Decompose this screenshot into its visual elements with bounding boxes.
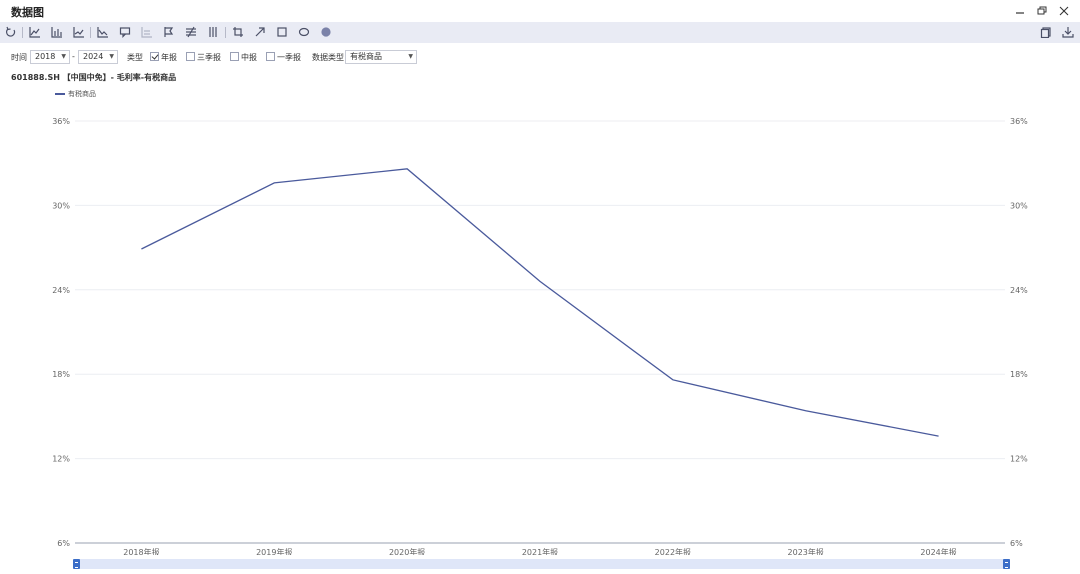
x-tick-label: 2023年报 <box>788 547 824 555</box>
range-scrollbar[interactable] <box>74 559 1010 569</box>
stack-icon[interactable] <box>140 25 154 39</box>
x-tick-label: 2018年报 <box>123 547 159 555</box>
scrollbar-left-handle[interactable] <box>73 559 80 569</box>
annual-label[interactable]: 年报 <box>161 52 177 63</box>
arrow-icon[interactable] <box>253 25 267 39</box>
data-point <box>672 379 674 381</box>
data-type-select[interactable]: 有税商品 ▼ <box>345 50 417 64</box>
end-year-value: 2024 <box>83 52 104 61</box>
window-title: 数据图 <box>11 6 44 19</box>
restore-icon[interactable] <box>1034 3 1050 19</box>
chart-toolbar <box>0 22 1080 43</box>
y-tick-label-left: 24% <box>52 286 70 295</box>
circle-fill-icon[interactable] <box>319 25 333 39</box>
x-tick-label: 2021年报 <box>522 547 558 555</box>
q3-checkbox[interactable] <box>186 52 195 61</box>
y-tick-label-left: 12% <box>52 455 70 464</box>
x-tick-label: 2019年报 <box>256 547 292 555</box>
start-year-select[interactable]: 2018 ▼ <box>30 50 70 64</box>
title-bar: 数据图 <box>0 0 1080 22</box>
align-icon[interactable] <box>184 25 198 39</box>
chevron-down-icon: ▼ <box>109 53 114 60</box>
type-label: 类型 <box>127 53 143 62</box>
x-tick-label: 2020年报 <box>389 547 425 555</box>
time-label: 时间 <box>11 53 27 62</box>
filter-bar: 时间 2018 ▼ - 2024 ▼ 类型 年报 三季报 中报 一季报 数据类型… <box>0 48 1080 66</box>
start-year-value: 2018 <box>35 52 56 61</box>
bar-chart-icon[interactable] <box>50 25 64 39</box>
data-point <box>539 280 541 282</box>
chevron-down-icon: ▼ <box>61 53 66 60</box>
y-tick-label-left: 30% <box>52 201 70 210</box>
y-tick-label-right: 30% <box>1010 201 1028 210</box>
flag-icon[interactable] <box>162 25 176 39</box>
trend-icon[interactable] <box>96 25 110 39</box>
toolbar-divider <box>225 27 226 38</box>
legend-label: 有税商品 <box>68 90 96 98</box>
range-dash: - <box>72 52 75 61</box>
download-icon[interactable] <box>1061 25 1075 39</box>
y-tick-label-left: 36% <box>52 117 70 126</box>
minimize-icon[interactable] <box>1012 3 1028 19</box>
x-tick-label: 2022年报 <box>655 547 691 555</box>
y-tick-label-left: 6% <box>57 539 70 548</box>
data-type-value: 有税商品 <box>350 52 382 61</box>
chevron-down-icon: ▼ <box>408 53 413 60</box>
chart-legend[interactable]: 有税商品 <box>55 89 96 99</box>
rectangle-icon[interactable] <box>275 25 289 39</box>
q1-checkbox[interactable] <box>266 52 275 61</box>
y-tick-label-right: 6% <box>1010 539 1023 548</box>
data-point <box>273 182 275 184</box>
line-chart-icon[interactable] <box>72 25 86 39</box>
close-icon[interactable] <box>1056 3 1072 19</box>
end-year-select[interactable]: 2024 ▼ <box>78 50 118 64</box>
toolbar-divider <box>90 27 91 38</box>
legend-swatch <box>55 93 65 95</box>
data-point <box>140 248 142 250</box>
interim-label[interactable]: 中报 <box>241 52 257 63</box>
q3-label[interactable]: 三季报 <box>197 52 221 63</box>
interim-checkbox[interactable] <box>230 52 239 61</box>
data-type-label: 数据类型 <box>312 53 344 62</box>
area-chart-icon[interactable] <box>28 25 42 39</box>
data-point <box>805 410 807 412</box>
chart-title: 601888.SH 【中国中免】- 毛利率-有税商品 <box>11 73 177 82</box>
comment-icon[interactable] <box>118 25 132 39</box>
y-tick-label-right: 36% <box>1010 117 1028 126</box>
toolbar-divider <box>22 27 23 38</box>
y-tick-label-left: 18% <box>52 370 70 379</box>
reset-icon[interactable] <box>4 25 18 39</box>
data-point <box>937 435 939 437</box>
y-tick-label-right: 18% <box>1010 370 1028 379</box>
y-tick-label-right: 12% <box>1010 455 1028 464</box>
q1-label[interactable]: 一季报 <box>277 52 301 63</box>
series-line <box>141 168 939 437</box>
scrollbar-right-handle[interactable] <box>1003 559 1010 569</box>
line-chart: 36% 36% 30% 30% 24% 24% 18% 18% 12% 12% 6% 6% 2018年报… <box>52 117 1028 555</box>
y-tick-label-right: 24% <box>1010 286 1028 295</box>
data-point <box>406 168 408 170</box>
x-tick-label: 2024年报 <box>920 547 956 555</box>
crop-icon[interactable] <box>231 25 245 39</box>
copy-icon[interactable] <box>1039 25 1053 39</box>
columns-icon[interactable] <box>206 25 220 39</box>
ellipse-icon[interactable] <box>297 25 311 39</box>
annual-checkbox[interactable] <box>150 52 159 61</box>
